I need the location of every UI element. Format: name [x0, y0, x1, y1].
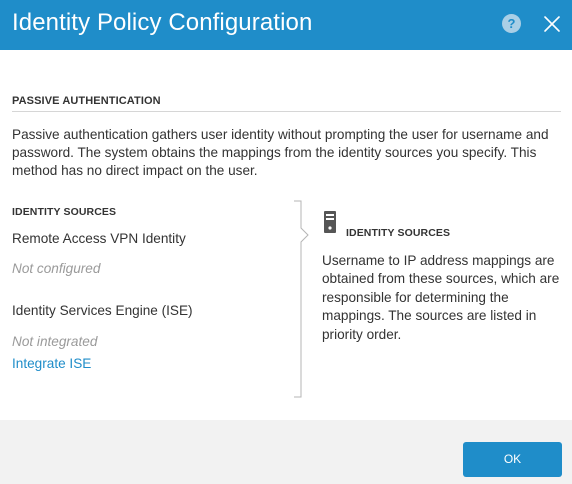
info-panel-text: Username to IP address mappings are obta… — [322, 253, 560, 342]
identity-sources-heading: IDENTITY SOURCES — [12, 206, 117, 218]
dialog-header: Identity Policy Configuration ? — [0, 0, 572, 50]
help-icon[interactable]: ? — [502, 14, 521, 33]
passive-auth-heading: PASSIVE AUTHENTICATION — [12, 95, 161, 107]
source-status-vpn: Not configured — [12, 261, 101, 276]
passive-auth-description: Passive authentication gathers user iden… — [12, 127, 549, 178]
dialog-title: Identity Policy Configuration — [12, 9, 313, 36]
bracket-divider — [294, 200, 309, 398]
server-icon — [324, 211, 336, 233]
info-panel-heading: IDENTITY SOURCES — [346, 227, 451, 239]
integrate-ise-link[interactable]: Integrate ISE — [12, 356, 91, 371]
close-icon[interactable] — [541, 13, 563, 35]
source-status-ise: Not integrated — [12, 334, 98, 349]
source-name-vpn: Remote Access VPN Identity — [12, 231, 186, 246]
source-name-ise: Identity Services Engine (ISE) — [12, 303, 193, 318]
section-divider — [12, 111, 561, 112]
ok-button[interactable]: OK — [463, 442, 562, 477]
